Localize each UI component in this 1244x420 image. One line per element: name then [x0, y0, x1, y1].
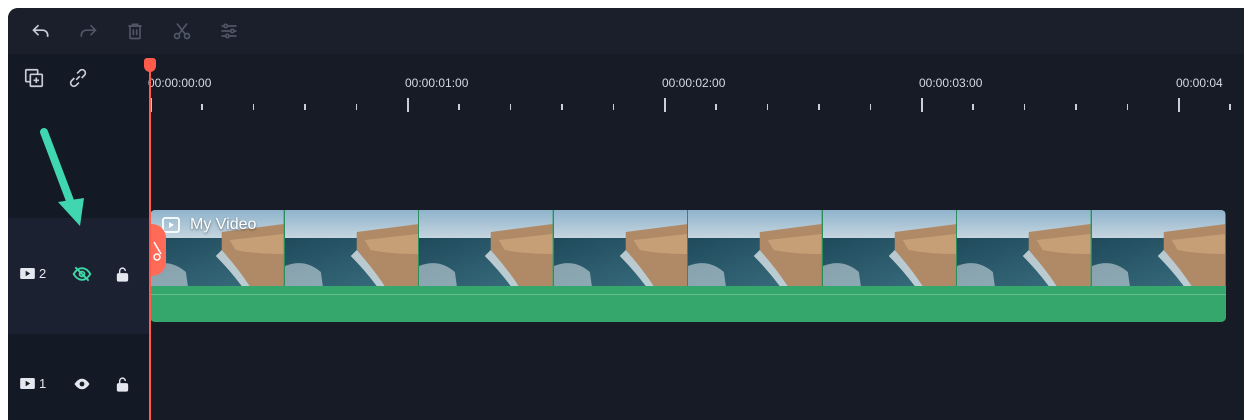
annotation-arrow-icon	[40, 128, 84, 226]
timeline-ruler[interactable]: 00:00:00:00 00:00:01:00 00:00:02:00 00:0…	[148, 54, 1244, 114]
adjust-icon[interactable]	[216, 18, 242, 44]
clip-thumbnail	[1091, 210, 1226, 286]
ruler-minor-tick	[612, 104, 615, 110]
timeline-editor: 00:00:00:00 00:00:01:00 00:00:02:00 00:0…	[8, 8, 1244, 420]
clip-thumbnails	[150, 210, 1226, 286]
redo-icon[interactable]	[75, 18, 101, 44]
ruler-minor-tick	[355, 104, 358, 110]
playhead-handle[interactable]	[144, 58, 156, 72]
eye-icon[interactable]	[70, 372, 94, 396]
clip-title: My Video	[190, 216, 257, 233]
link-icon[interactable]	[66, 66, 90, 90]
clip-thumbnail	[419, 210, 554, 286]
trim-handle[interactable]	[150, 224, 166, 276]
track-label-1: 1	[20, 376, 46, 391]
clip-header: My Video	[162, 216, 256, 234]
track-number: 1	[39, 376, 47, 391]
ruler-minor-tick	[1075, 104, 1077, 110]
ruler-minor-tick	[201, 104, 203, 110]
ruler-timecode: 00:00:04	[1176, 76, 1223, 90]
add-track-icon[interactable]	[22, 66, 46, 90]
ruler-timecode: 00:00:03:00	[919, 76, 983, 90]
clip-thumbnail	[553, 210, 688, 286]
unlock-icon[interactable]	[110, 262, 134, 286]
ruler-minor-tick	[509, 104, 512, 110]
cut-icon[interactable]	[169, 18, 195, 44]
ruler-timecode: 00:00:01:00	[405, 76, 469, 90]
track-number: 2	[39, 266, 47, 281]
clip-thumbnail	[688, 210, 823, 286]
video-track-icon	[20, 268, 35, 279]
ruler-minor-tick	[561, 104, 563, 110]
clip-thumbnail	[284, 210, 419, 286]
ruler-timecode: 00:00:00:00	[148, 76, 212, 90]
clip-thumbnail	[957, 210, 1092, 286]
ruler-minor-tick	[869, 104, 872, 110]
video-track-icon	[20, 378, 35, 389]
ruler-minor-tick	[252, 104, 255, 110]
ruler-minor-tick	[1126, 104, 1129, 110]
ruler-major-tick	[407, 98, 409, 112]
ruler-major-tick	[664, 98, 666, 112]
ruler-minor-tick	[766, 104, 769, 110]
ruler-minor-tick	[818, 104, 820, 110]
track-label-2: 2	[20, 266, 46, 281]
ruler-minor-tick	[1023, 104, 1026, 110]
undo-icon[interactable]	[28, 18, 54, 44]
unlock-icon[interactable]	[110, 372, 134, 396]
ruler-minor-tick	[458, 104, 460, 110]
ruler-major-tick	[921, 98, 923, 112]
video-clip[interactable]: My Video	[150, 210, 1226, 322]
eye-hidden-icon[interactable]	[70, 262, 94, 286]
ruler-major-tick	[1178, 98, 1180, 112]
timeline-toolbar	[8, 8, 1244, 54]
clip-thumbnail	[822, 210, 957, 286]
delete-icon[interactable]	[122, 18, 148, 44]
ruler-minor-tick	[304, 104, 306, 110]
track-row-1[interactable]: 1	[8, 348, 150, 420]
clip-audio-bar	[150, 286, 1226, 322]
ruler-timecode: 00:00:02:00	[662, 76, 726, 90]
cut-icon	[153, 241, 162, 261]
ruler-minor-tick	[972, 104, 974, 110]
ruler-minor-tick	[715, 104, 717, 110]
clip-divider	[150, 294, 1226, 295]
playhead-line[interactable]	[149, 68, 151, 420]
ruler-minor-tick	[1229, 104, 1231, 110]
